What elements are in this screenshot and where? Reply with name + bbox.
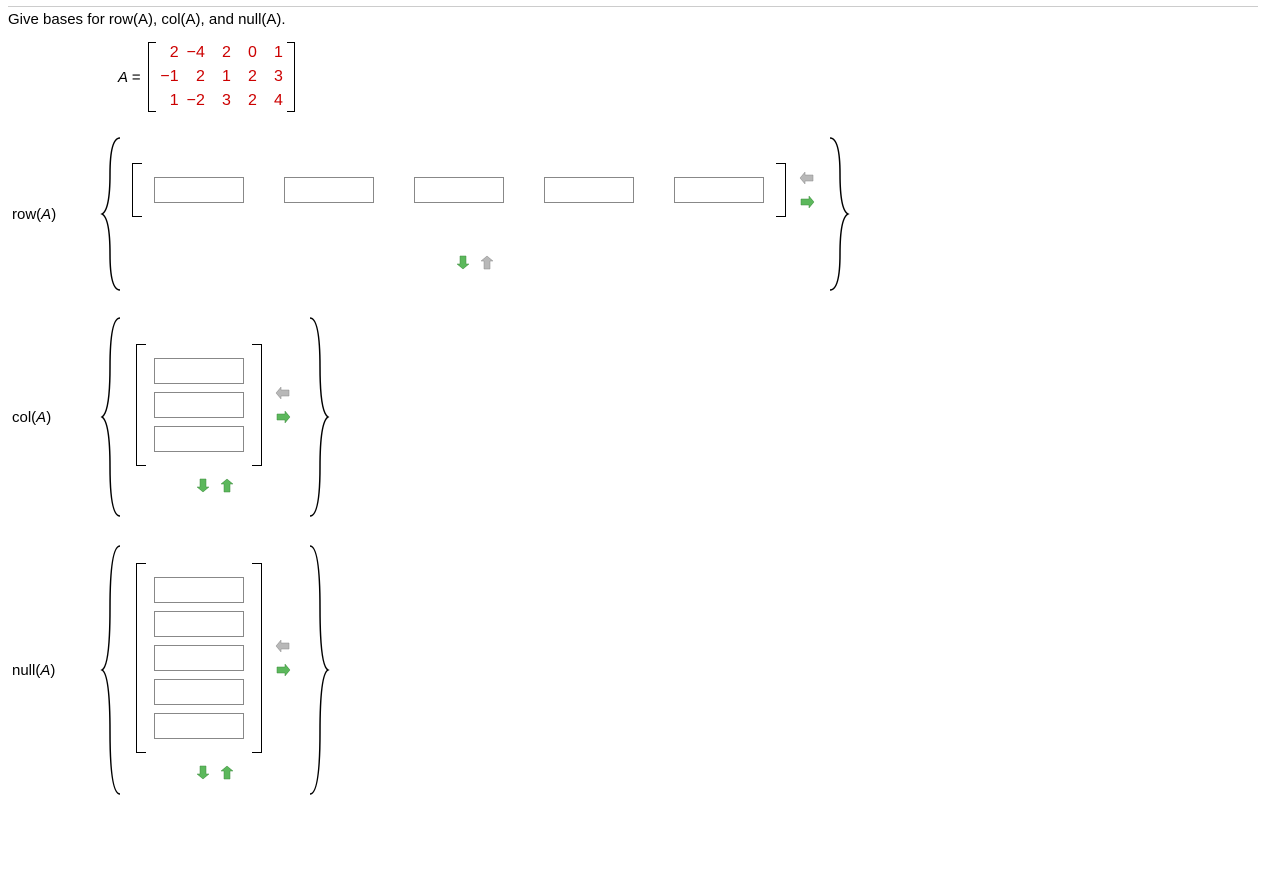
- row-a-add-column-button[interactable]: [798, 192, 818, 212]
- col-a-input-3[interactable]: [154, 426, 244, 452]
- null-a-input-4[interactable]: [154, 679, 244, 705]
- null-a-add-column-button[interactable]: [274, 660, 294, 680]
- matrix-lhs: A =: [118, 69, 140, 86]
- null-a-add-row-button[interactable]: [193, 763, 213, 783]
- null-a-section: null(A): [8, 540, 1258, 800]
- null-a-input-5[interactable]: [154, 713, 244, 739]
- arrow-left-icon: [799, 171, 817, 185]
- null-a-input-2[interactable]: [154, 611, 244, 637]
- row-a-add-row-button[interactable]: [453, 253, 473, 273]
- arrow-up-icon: [220, 477, 234, 495]
- matrix-definition: A = 2−4201 −12123 1−2324: [118, 42, 1258, 112]
- matrix-values: 2−4201 −12123 1−2324: [156, 42, 287, 112]
- col-a-label: col(A): [8, 409, 98, 426]
- row-a-input-4[interactable]: [544, 177, 634, 203]
- null-a-input-3[interactable]: [154, 645, 244, 671]
- question-prompt: Give bases for row(A), col(A), and null(…: [8, 6, 1258, 28]
- row-a-input-3[interactable]: [414, 177, 504, 203]
- row-a-remove-row-button[interactable]: [477, 253, 497, 273]
- col-a-input-2[interactable]: [154, 392, 244, 418]
- col-a-input-1[interactable]: [154, 358, 244, 384]
- row-a-input-2[interactable]: [284, 177, 374, 203]
- arrow-up-icon: [220, 764, 234, 782]
- arrow-right-icon: [275, 410, 293, 424]
- arrow-right-icon: [799, 195, 817, 209]
- left-brace-icon: [98, 134, 128, 294]
- left-brace-icon: [98, 312, 128, 522]
- right-brace-icon: [822, 134, 852, 294]
- arrow-left-icon: [275, 386, 293, 400]
- row-a-input-5[interactable]: [674, 177, 764, 203]
- col-a-add-column-button[interactable]: [274, 407, 294, 427]
- row-a-section: row(A): [8, 134, 1258, 294]
- null-a-remove-row-button[interactable]: [217, 763, 237, 783]
- null-a-input-1[interactable]: [154, 577, 244, 603]
- left-brace-icon: [98, 540, 128, 800]
- arrow-up-icon: [480, 254, 494, 272]
- null-a-remove-column-button[interactable]: [274, 636, 294, 656]
- col-a-remove-column-button[interactable]: [274, 383, 294, 403]
- arrow-right-icon: [275, 663, 293, 677]
- row-a-remove-column-button[interactable]: [798, 168, 818, 188]
- arrow-down-icon: [196, 477, 210, 495]
- null-a-label: null(A): [8, 662, 98, 679]
- col-a-add-row-button[interactable]: [193, 476, 213, 496]
- col-a-section: col(A): [8, 312, 1258, 522]
- right-brace-icon: [302, 540, 332, 800]
- col-a-remove-row-button[interactable]: [217, 476, 237, 496]
- arrow-down-icon: [456, 254, 470, 272]
- row-a-input-1[interactable]: [154, 177, 244, 203]
- row-a-label: row(A): [8, 206, 98, 223]
- arrow-left-icon: [275, 639, 293, 653]
- arrow-down-icon: [196, 764, 210, 782]
- right-brace-icon: [302, 312, 332, 522]
